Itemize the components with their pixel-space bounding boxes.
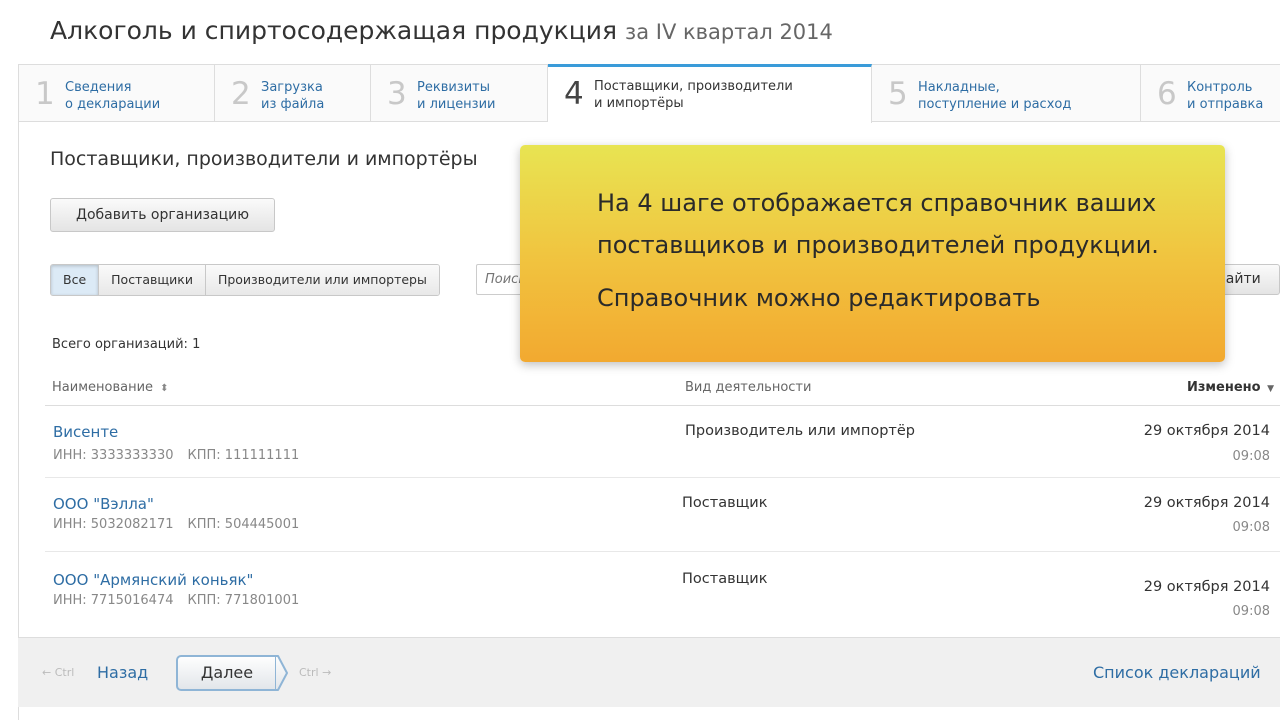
changed-time: 09:08 [1232, 604, 1270, 619]
step-label: Реквизиты и лицензии [417, 80, 496, 112]
next-shortcut-hint: Ctrl → [299, 666, 332, 679]
back-link[interactable]: Назад [97, 663, 148, 682]
step-number: 3 [387, 76, 407, 112]
step-label: Загрузка из файла [261, 80, 325, 112]
filter-tabs: Все Поставщики Производители или импорте… [50, 264, 440, 296]
callout-line-1: На 4 шаге отображается справочник ваших [597, 189, 1157, 217]
changed-time: 09:08 [1232, 520, 1270, 535]
activity-type: Поставщик [682, 571, 768, 587]
step-2[interactable]: 2 Загрузка из файла [215, 65, 371, 122]
step-number: 1 [35, 76, 55, 112]
changed-date: 29 октября 2014 [1143, 579, 1270, 595]
filter-all[interactable]: Все [51, 265, 100, 295]
organization-name-link[interactable]: ООО "Вэлла" [53, 495, 154, 513]
sort-icon: ⬍ [160, 383, 169, 394]
step-number: 6 [1157, 76, 1177, 112]
add-organization-button[interactable]: Добавить организацию [50, 198, 275, 232]
step-1[interactable]: 1 Сведения о декларации [19, 65, 215, 122]
step-5[interactable]: 5 Накладные, поступление и расход [872, 65, 1141, 122]
organization-name-link[interactable]: Висенте [53, 423, 118, 441]
back-shortcut-hint: ← Ctrl [42, 666, 75, 679]
next-arrow-icon [275, 655, 288, 691]
page-title: Алкоголь и спиртосодержащая продукция за… [50, 16, 833, 45]
page-title-period: за IV квартал 2014 [625, 20, 833, 44]
organization-ids: ИНН: 7715016474 КПП: 771801001 [53, 593, 300, 608]
wizard-steps: 1 Сведения о декларации 2 Загрузка из файл… [18, 64, 1280, 123]
filter-suppliers[interactable]: Поставщики [99, 265, 206, 295]
step-number: 5 [888, 76, 908, 112]
step-label: Поставщики, производители и импортёры [594, 79, 793, 111]
organization-ids: ИНН: 3333333330 КПП: 111111111 [53, 448, 300, 463]
callout-line-2: поставщиков и производителей продукции. [597, 231, 1159, 259]
step-label: Контроль и отправка [1187, 80, 1264, 112]
next-button[interactable]: Далее [176, 655, 288, 691]
changed-time: 09:08 [1232, 449, 1270, 464]
step-number: 2 [231, 76, 251, 112]
sort-desc-icon: ▼ [1267, 384, 1275, 394]
next-button-label: Далее [176, 655, 276, 691]
changed-date: 29 октября 2014 [1143, 423, 1270, 439]
step-4-active[interactable]: 4 Поставщики, производители и импортёры [548, 64, 872, 123]
filter-producers[interactable]: Производители или импортеры [205, 265, 439, 295]
activity-type: Поставщик [682, 495, 768, 511]
step-3[interactable]: 3 Реквизиты и лицензии [371, 65, 548, 122]
tooltip-callout: На 4 шаге отображается справочник ваших … [520, 145, 1225, 362]
declarations-list-link[interactable]: Список деклараций [1093, 663, 1261, 682]
step-label: Накладные, поступление и расход [918, 80, 1072, 112]
table-row[interactable]: Висенте ИНН: 3333333330 КПП: 111111111 Пр… [45, 406, 1280, 478]
callout-line-3: Справочник можно редактировать [597, 284, 1041, 312]
activity-type: Производитель или импортёр [685, 423, 915, 439]
step-number: 4 [564, 76, 584, 112]
column-header-activity: Вид деятельности [685, 380, 812, 395]
page-title-main: Алкоголь и спиртосодержащая продукция [50, 16, 618, 45]
organization-ids: ИНН: 5032082171 КПП: 504445001 [53, 517, 300, 532]
step-6[interactable]: 6 Контроль и отправка [1141, 65, 1280, 122]
column-header-name[interactable]: Наименование ⬍ [52, 380, 169, 395]
table-row[interactable]: ООО "Вэлла" ИНН: 5032082171 КПП: 50444500… [45, 478, 1280, 552]
column-header-changed[interactable]: Изменено ▼ [1187, 380, 1274, 395]
table-row[interactable]: ООО "Армянский коньяк" ИНН: 7715016474 КП… [45, 552, 1280, 637]
changed-date: 29 октября 2014 [1143, 495, 1270, 511]
organization-name-link[interactable]: ООО "Армянский коньяк" [53, 571, 253, 589]
section-title: Поставщики, производители и импортёры [50, 148, 478, 170]
step-label: Сведения о декларации [65, 80, 161, 112]
organizations-count: Всего организаций: 1 [52, 337, 201, 352]
